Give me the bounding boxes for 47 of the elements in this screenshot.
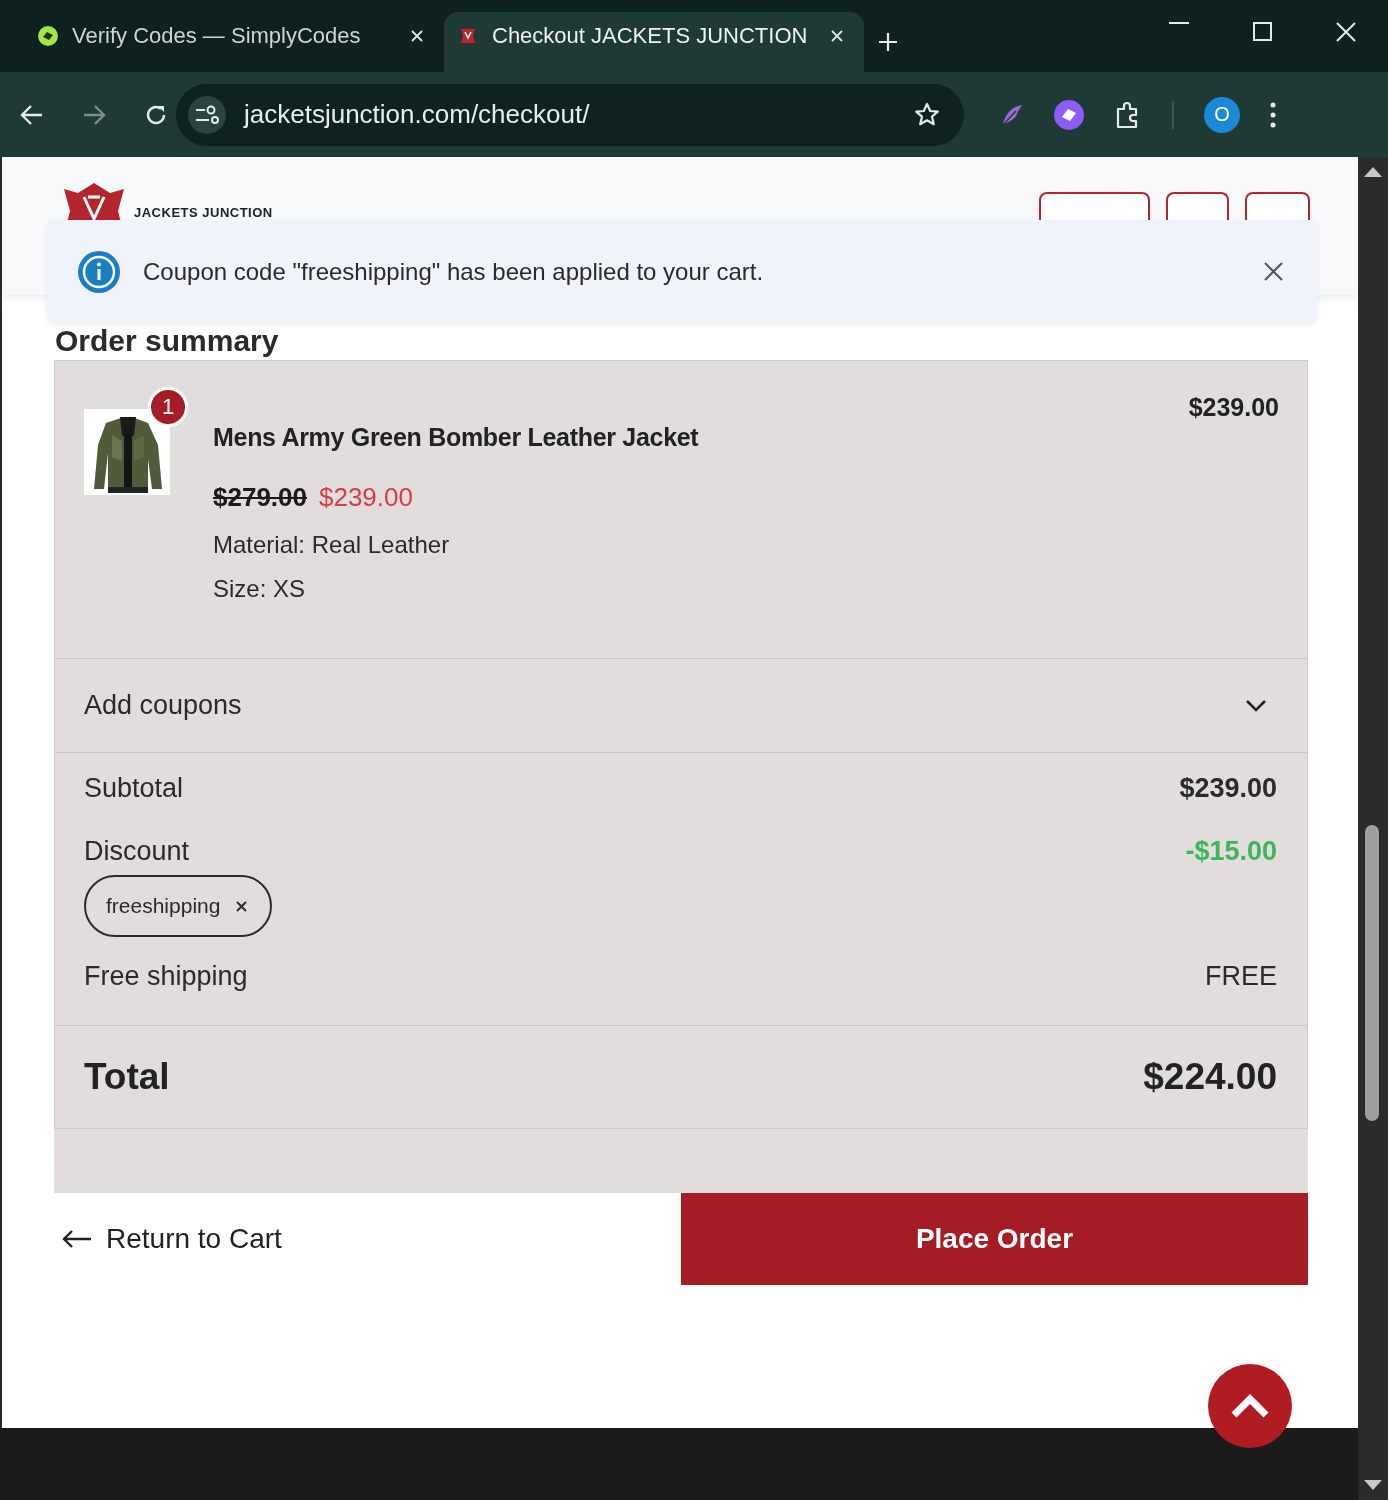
product-name: Mens Army Green Bomber Leather Jacket <box>213 423 700 452</box>
browser-tab[interactable]: Checkout JACKETS JUNCTION <box>444 12 864 72</box>
return-link[interactable]: Return to Cart <box>62 1223 282 1255</box>
plus-icon[interactable] <box>878 32 898 52</box>
info-icon <box>77 249 121 294</box>
menu-icon[interactable] <box>1270 101 1276 128</box>
remove-icon[interactable] <box>236 900 248 912</box>
scroll-down-icon[interactable] <box>1364 1480 1382 1490</box>
logo-text: JACKETS JUNCTION <box>134 205 273 220</box>
maximize-icon[interactable] <box>1253 22 1272 41</box>
back-arrow-icon <box>62 1229 92 1249</box>
total-label: Free shipping <box>84 961 248 992</box>
scroll-thumb[interactable] <box>1365 825 1379 1121</box>
item-attribute: Size: XS <box>213 575 307 603</box>
forward-icon[interactable] <box>82 102 106 127</box>
search-button[interactable] <box>1166 192 1229 220</box>
line-total: $239.00 <box>1188 393 1279 423</box>
total-value: $224.00 <box>1143 1056 1277 1098</box>
sale-price: $239.00 <box>319 482 413 513</box>
profile-avatar[interactable]: O <box>1204 96 1240 133</box>
address-bar[interactable]: jacketsjunction.com/checkout/ <box>176 83 964 146</box>
site-settings-icon[interactable] <box>188 95 226 134</box>
menu-button[interactable] <box>1245 192 1310 220</box>
close-icon[interactable] <box>1264 262 1283 281</box>
notice-message: Coupon code "freeshipping" has been applied to your cart. <box>143 257 765 286</box>
place-order-button[interactable]: Place Order <box>681 1193 1308 1285</box>
section-heading: Order summary <box>55 324 280 359</box>
total-value: -$15.00 <box>1185 836 1277 867</box>
item-attribute: Material: Real Leather <box>213 531 451 559</box>
total-value: $239.00 <box>1179 773 1277 804</box>
total-label: Subtotal <box>84 773 184 804</box>
feather-icon[interactable] <box>1000 102 1024 127</box>
star-icon[interactable] <box>914 101 940 128</box>
total-label: Discount <box>84 836 191 867</box>
account-button[interactable] <box>1039 192 1150 220</box>
total-label: Total <box>84 1056 170 1098</box>
browser-tab[interactable]: Verify Codes — SimplyCodes <box>24 12 444 72</box>
chevron-icon <box>1230 1393 1270 1419</box>
quantity-badge: 1 <box>148 387 188 427</box>
scroll-up-icon[interactable] <box>1364 167 1382 177</box>
url-text: jacketsjunction.com/checkout/ <box>244 99 591 130</box>
scrollbar[interactable] <box>1358 157 1388 1500</box>
total-value: FREE <box>1205 961 1277 992</box>
coupons-toggle[interactable]: Add coupons <box>55 659 1307 753</box>
original-price: $279.00 <box>213 482 307 513</box>
back-icon[interactable] <box>20 102 44 127</box>
coupon-code: freeshipping <box>106 894 221 918</box>
